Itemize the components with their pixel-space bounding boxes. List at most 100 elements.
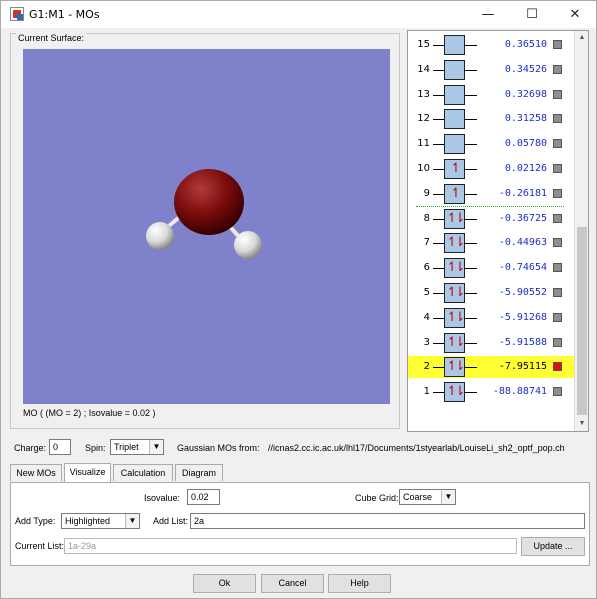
update-button[interactable]: Update ... — [521, 537, 585, 556]
mos-dialog: G1:M1 - MOs — ☐ ✕ Current Surface: MO (… — [0, 0, 597, 599]
mo-energy: -7.95115 — [498, 361, 547, 373]
mo-row[interactable]: 1 ↿⇂ -88.88741 — [408, 381, 576, 403]
mo-row[interactable]: 10 ↿ 0.02126 — [408, 158, 576, 180]
scroll-down-arrow-icon[interactable]: ▼ — [575, 417, 588, 431]
mo-row[interactable]: 8 ↿⇂ -0.36725 — [408, 208, 576, 230]
mo-select-checkbox[interactable] — [553, 139, 562, 149]
mo-select-checkbox[interactable] — [553, 312, 562, 322]
mo-number: 14 — [417, 63, 430, 75]
mo-number: 1 — [423, 386, 430, 398]
cube-grid-select[interactable]: Coarse ▼ — [399, 489, 456, 505]
minimize-button[interactable]: — — [467, 1, 509, 28]
mo-row[interactable]: 14 0.34526 — [408, 59, 576, 81]
mo-select-checkbox[interactable] — [553, 188, 562, 198]
orbital-occupancy-box: ↿⇂ — [444, 283, 465, 303]
mo-row[interactable]: 9 ↿ -0.26181 — [408, 183, 576, 205]
mo-energy: -5.91588 — [498, 336, 547, 348]
mo-energy: -0.44963 — [498, 237, 547, 249]
spin-label: Spin: — [85, 443, 106, 453]
tab-calculation[interactable]: Calculation — [113, 464, 173, 481]
add-type-label: Add Type: — [15, 516, 56, 526]
mo-energy: 0.31258 — [504, 113, 547, 125]
tab-visualize[interactable]: Visualize — [64, 463, 111, 482]
mo-level-line-left — [433, 392, 444, 394]
close-button[interactable]: ✕ — [554, 1, 596, 28]
mo-select-checkbox[interactable] — [553, 64, 562, 74]
mo-level-line-left — [433, 293, 444, 294]
mo-row[interactable]: 15 0.36510 — [408, 34, 576, 56]
mo-number: 7 — [423, 237, 430, 249]
orbital-occupancy-box — [444, 59, 465, 80]
mo-number: 5 — [423, 287, 430, 298]
add-list-input[interactable]: 2a — [190, 513, 585, 529]
source-path: //icnas2.cc.ic.ac.uk/lhl17/Documents/1st… — [268, 443, 565, 453]
add-list-label: Add List: — [153, 516, 189, 526]
mo-level-line-left — [433, 317, 444, 319]
mo-row[interactable]: 2 ↿⇂ -7.95115 — [408, 356, 576, 379]
mo-energy: 0.34526 — [504, 63, 547, 75]
mo-energy: -0.26181 — [498, 187, 547, 199]
spin-select-value: Triplet — [114, 442, 139, 452]
orbital-occupancy-box — [444, 84, 465, 105]
mo-energy-list[interactable]: 15 0.36510 14 0.34526 13 0.32698 12 0.31258 11 0.… — [407, 30, 589, 432]
hydrogen-atom-left — [146, 222, 174, 250]
add-type-value: Highlighted — [65, 516, 111, 526]
mo-number: 11 — [417, 138, 430, 150]
charge-input[interactable]: 0 — [49, 439, 71, 455]
mo-energy: 0.36510 — [504, 39, 547, 50]
mo-list-scrollbar[interactable]: ▲ ▼ — [574, 31, 588, 431]
mo-select-checkbox[interactable] — [553, 213, 562, 223]
mo-select-checkbox[interactable] — [553, 288, 562, 297]
cube-grid-value: Coarse — [403, 492, 433, 502]
mo-row[interactable]: 11 0.05780 — [408, 133, 576, 155]
spin-select[interactable]: Triplet ▼ — [110, 439, 164, 455]
scroll-up-arrow-icon[interactable]: ▲ — [575, 31, 588, 45]
tab-new-mos[interactable]: New MOs — [10, 464, 62, 481]
dialog-buttons: Ok Cancel Help — [1, 567, 596, 599]
mo-row[interactable]: 3 ↿⇂ -5.91588 — [408, 332, 576, 354]
current-list-label: Current List: — [15, 541, 65, 551]
mo-select-checkbox[interactable] — [553, 263, 562, 273]
orbital-occupancy-box: ↿⇂ — [444, 357, 465, 378]
mo-level-line-left — [433, 169, 444, 170]
orbital-occupancy-box: ↿⇂ — [444, 332, 465, 353]
mo-select-checkbox[interactable] — [553, 114, 562, 124]
orbital-occupancy-box: ↿⇂ — [444, 258, 465, 279]
molecule-view — [146, 169, 262, 259]
mo-level-line-left — [433, 367, 444, 369]
mo-level-line-left — [433, 193, 444, 195]
orbital-occupancy-box — [444, 35, 465, 55]
isovalue-label: Isovalue: — [144, 493, 181, 503]
mo-energy: -88.88741 — [492, 386, 547, 398]
mo-select-checkbox[interactable] — [553, 238, 562, 248]
mo-energy: -0.36725 — [498, 212, 547, 224]
add-type-select[interactable]: Highlighted ▼ — [61, 513, 140, 529]
mo-row[interactable]: 13 0.32698 — [408, 84, 576, 106]
mo-row[interactable]: 6 ↿⇂ -0.74654 — [408, 257, 576, 279]
ok-button[interactable]: Ok — [193, 574, 256, 593]
mo-row[interactable]: 12 0.31258 — [408, 108, 576, 130]
window-title: G1:M1 - MOs — [29, 8, 100, 21]
mo-select-checkbox[interactable] — [553, 362, 562, 372]
mo-row[interactable]: 5 ↿⇂ -5.90552 — [408, 282, 576, 304]
mo-select-checkbox[interactable] — [553, 387, 562, 397]
mo-select-checkbox[interactable] — [553, 40, 562, 49]
mo-level-line-left — [433, 144, 444, 146]
mo-number: 9 — [423, 187, 430, 199]
current-surface-label: Current Surface: — [16, 33, 87, 43]
mo-level-line-left — [433, 342, 444, 344]
mo-number: 13 — [417, 88, 430, 100]
mo-row[interactable]: 7 ↿⇂ -0.44963 — [408, 232, 576, 254]
mo-select-checkbox[interactable] — [553, 164, 562, 173]
scroll-thumb[interactable] — [577, 227, 587, 415]
mo-level-line-left — [433, 119, 444, 121]
mo-select-checkbox[interactable] — [553, 89, 562, 99]
maximize-button[interactable]: ☐ — [511, 1, 553, 28]
cancel-button[interactable]: Cancel — [261, 574, 324, 593]
help-button[interactable]: Help — [328, 574, 391, 593]
tab-diagram[interactable]: Diagram — [175, 464, 223, 481]
mo-select-checkbox[interactable] — [553, 337, 562, 347]
surface-viewport[interactable] — [23, 49, 390, 404]
mo-row[interactable]: 4 ↿⇂ -5.91268 — [408, 307, 576, 329]
isovalue-input[interactable]: 0.02 — [187, 489, 220, 505]
